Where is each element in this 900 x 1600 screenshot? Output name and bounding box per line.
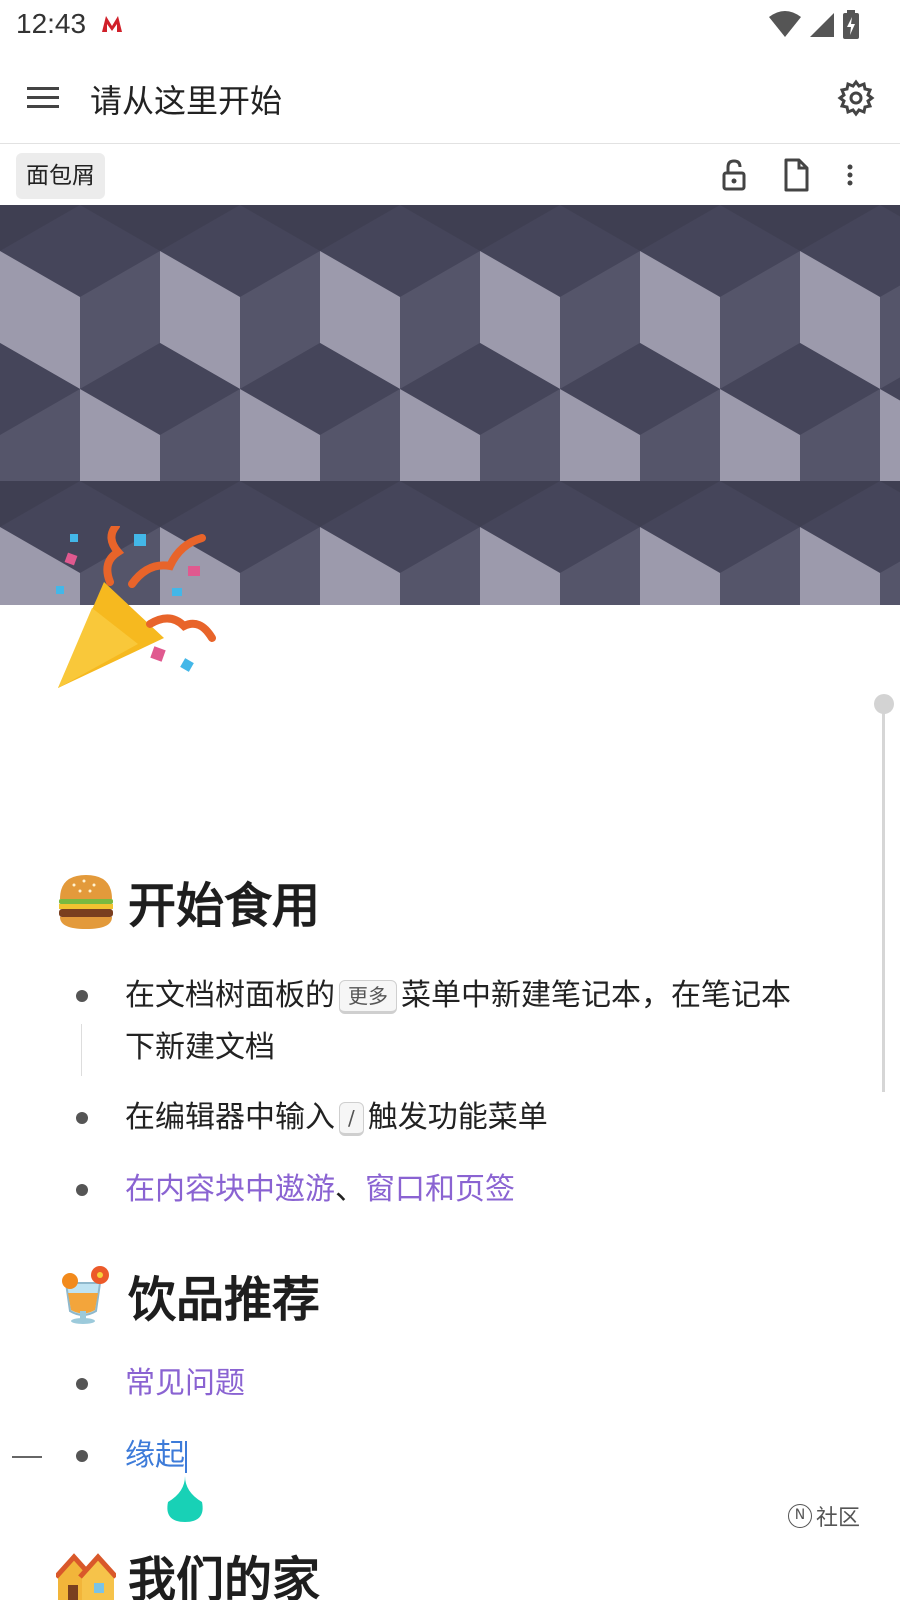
app-bar: 请从这里开始 — [0, 52, 900, 144]
houses-icon — [56, 1553, 116, 1600]
list-item-text: 下新建文档 — [125, 1030, 275, 1065]
list-item[interactable]: 在编辑器中输入 / 触发功能菜单 — [125, 1092, 855, 1144]
list-item-text: 在文档树面板的 — [125, 978, 335, 1013]
list-guide-line — [81, 1024, 82, 1076]
editor-toolbar: 面包屑 — [0, 145, 900, 205]
list-bullet[interactable] — [76, 1112, 88, 1124]
list-item[interactable]: 在内容块中遨游、窗口和页签 — [125, 1164, 855, 1216]
list-bullet[interactable] — [76, 1450, 88, 1462]
list-bullet[interactable] — [76, 1378, 88, 1390]
heading-text: 饮品推荐 — [128, 1272, 321, 1328]
list-item[interactable]: 在文档树面板的 更多 菜单中新建笔记本，在笔记本 下新建文档 — [125, 970, 855, 1074]
list-item-text: 触发功能菜单 — [367, 1100, 548, 1135]
battery-icon — [843, 10, 859, 39]
status-bar: 12:43 — [0, 0, 900, 48]
heading-getting-started[interactable]: 开始食用 — [56, 866, 320, 936]
separator: 、 — [335, 1172, 365, 1207]
more-button[interactable] — [842, 157, 878, 193]
status-icons — [768, 10, 860, 40]
hamburger-food-icon — [59, 875, 113, 929]
menu-button[interactable] — [24, 78, 64, 118]
community-link[interactable]: N 社区 — [787, 1500, 860, 1532]
list-item[interactable]: 常见问题 — [125, 1358, 855, 1410]
list-item[interactable]: 缘起 — [125, 1430, 855, 1482]
collapse-marker[interactable] — [12, 1456, 42, 1458]
scrollbar-thumb[interactable] — [874, 694, 894, 714]
scrollbar-track[interactable] — [882, 702, 885, 1092]
status-time: 12:43 — [16, 8, 87, 39]
more-vertical-icon — [847, 164, 853, 186]
community-label: 社区 — [815, 1506, 860, 1531]
hamburger-icon — [27, 87, 59, 108]
list-bullet[interactable] — [76, 1184, 88, 1196]
link-explore-blocks[interactable]: 在内容块中遨游 — [125, 1172, 335, 1207]
heading-text: 我们的家 — [128, 1552, 321, 1600]
link-windows-tabs[interactable]: 窗口和页签 — [365, 1172, 515, 1207]
gear-icon — [837, 79, 875, 117]
text-selection-handle[interactable] — [162, 1474, 208, 1524]
page-title: 请从这里开始 — [90, 82, 283, 120]
list-item-text: 菜单中新建笔记本，在笔记本 — [401, 978, 791, 1013]
tropical-drink-icon — [62, 1266, 109, 1324]
kbd-more: 更多 — [339, 979, 397, 1014]
heading-text: 开始食用 — [128, 878, 321, 934]
community-icon: N — [787, 1504, 812, 1528]
app-notification-icon — [100, 14, 124, 38]
heading-our-home[interactable]: 我们的家 — [56, 1540, 320, 1600]
link-faq[interactable]: 常见问题 — [125, 1366, 245, 1401]
unlock-button[interactable] — [716, 157, 752, 193]
party-popper-icon[interactable] — [52, 522, 222, 696]
document-info-button[interactable] — [778, 157, 814, 193]
kbd-slash: / — [339, 1101, 364, 1136]
heading-drinks[interactable]: 饮品推荐 — [56, 1260, 320, 1330]
link-origin[interactable]: 缘起 — [125, 1438, 185, 1473]
wifi-icon — [769, 11, 801, 37]
list-item-text: 在编辑器中输入 — [125, 1100, 335, 1135]
file-icon — [784, 158, 809, 192]
list-bullet[interactable] — [76, 990, 88, 1002]
signal-icon — [810, 13, 834, 37]
settings-button[interactable] — [836, 78, 876, 118]
text-cursor — [185, 1440, 187, 1473]
breadcrumb[interactable]: 面包屑 — [16, 153, 105, 199]
unlock-icon — [722, 159, 746, 191]
